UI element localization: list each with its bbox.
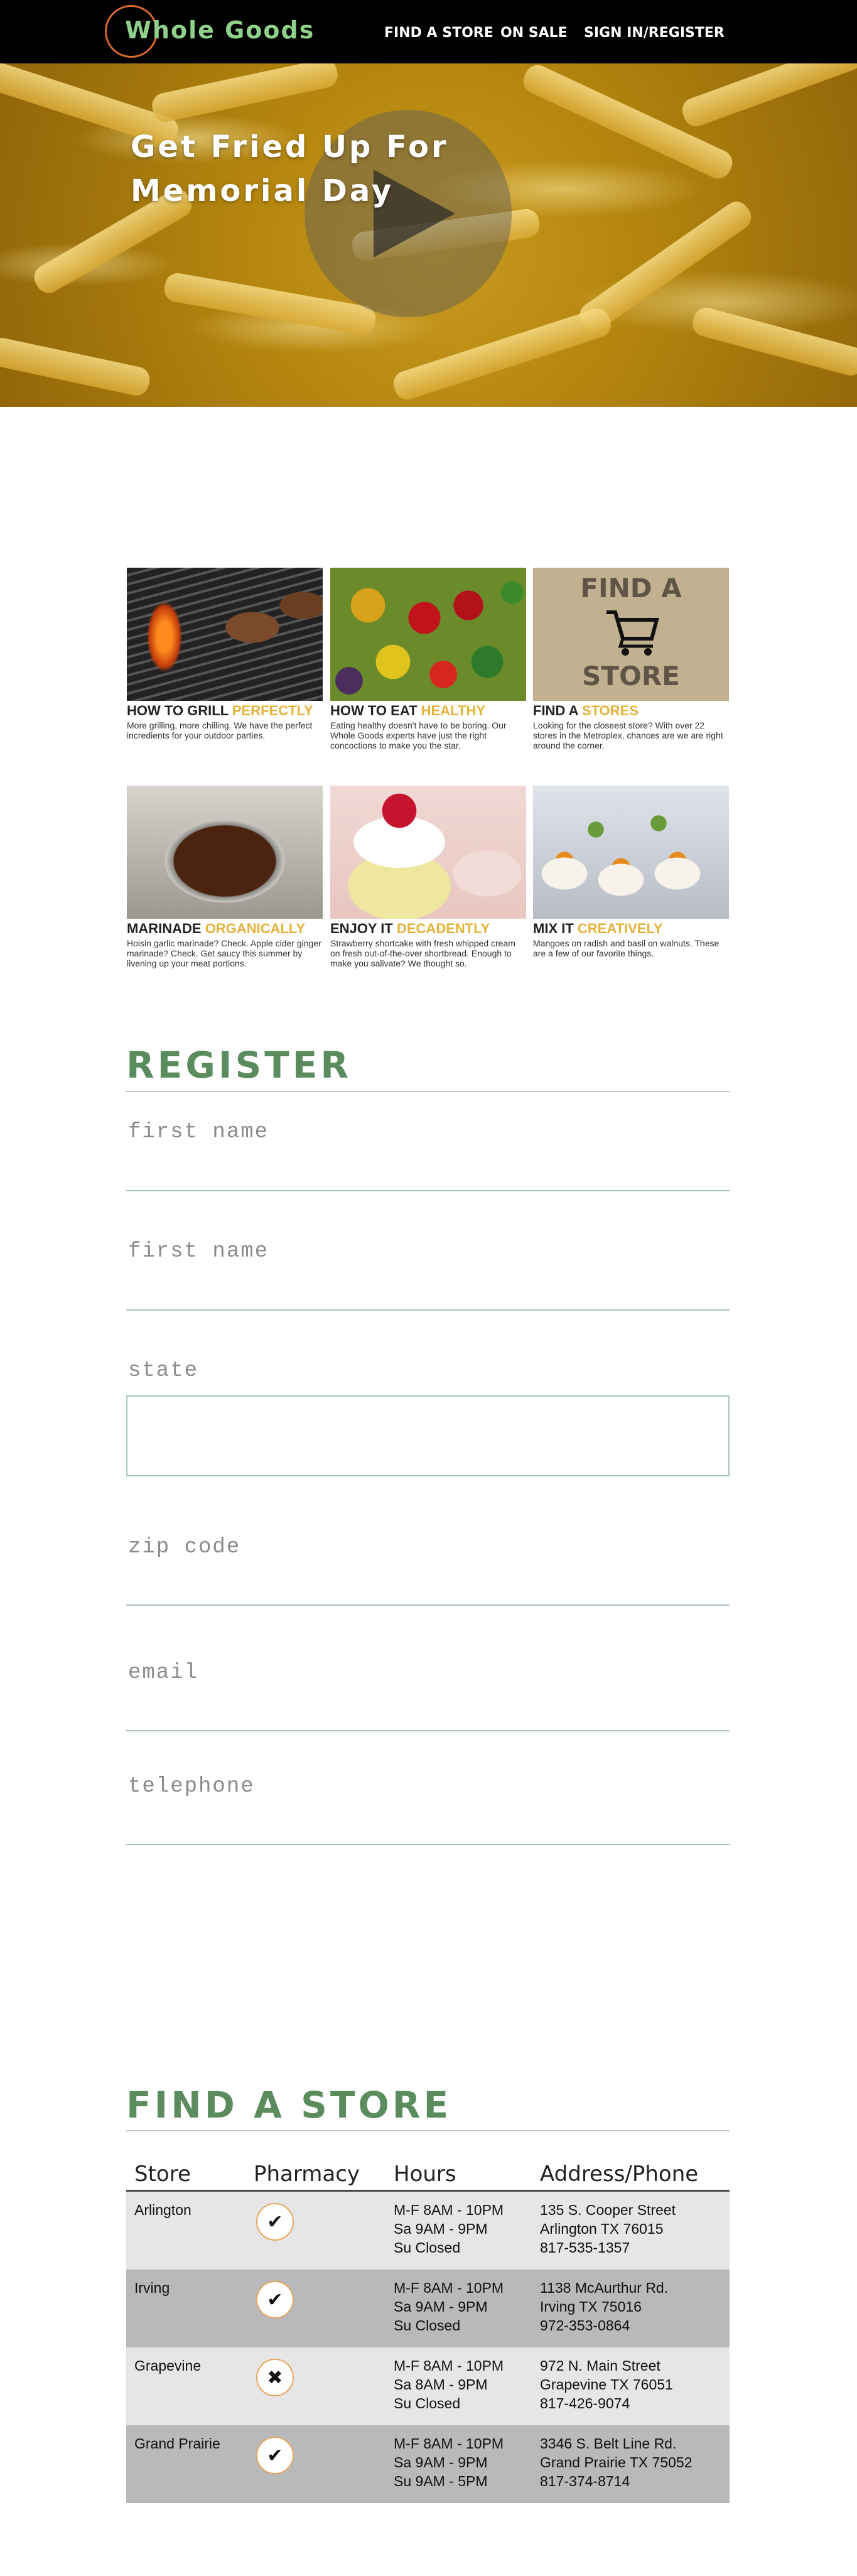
shopping-cart-icon bbox=[604, 607, 660, 658]
store-name: Arlington bbox=[134, 2202, 191, 2218]
column-header-address: Address/Phone bbox=[540, 2162, 699, 2187]
pharmacy-x-icon: ✖ bbox=[256, 2359, 294, 2396]
find-a-store-image: FIND A STORE bbox=[533, 568, 729, 701]
zip-code-label: zip code bbox=[128, 1535, 241, 1559]
zip-code-input[interactable] bbox=[126, 1605, 730, 1606]
register-title: REGISTER bbox=[126, 1044, 352, 1086]
card-marinade[interactable]: MARINADE ORGANICALLY Hoisin garlic marin… bbox=[127, 786, 323, 968]
card-decadent[interactable]: ENJOY IT DECADENTLY Strawberry shortcake… bbox=[330, 786, 526, 968]
card-title-accent: CREATIVELY bbox=[577, 921, 663, 936]
state-label: state bbox=[128, 1359, 199, 1383]
store-name: Grand Prairie bbox=[134, 2435, 220, 2452]
pharmacy-check-icon: ✔ bbox=[256, 2281, 294, 2319]
card-title-accent: PERFECTLY bbox=[232, 703, 313, 718]
store-name: Irving bbox=[134, 2280, 170, 2296]
card-title: MARINADE bbox=[127, 921, 202, 936]
table-row[interactable]: Grand Prairie ✔ M-F 8AM - 10PM Sa 9AM - … bbox=[126, 2425, 730, 2503]
card-title: MIX IT bbox=[533, 921, 574, 936]
card-description: Hoisin garlic marinade? Check. Apple cid… bbox=[127, 938, 321, 968]
store-hours: M-F 8AM - 10PM Sa 8AM - 9PM Su Closed bbox=[394, 2357, 504, 2411]
card-description: Strawberry shortcake with fresh whipped … bbox=[330, 938, 515, 968]
first-name-input[interactable] bbox=[126, 1190, 730, 1191]
card-description: Looking for the closeest store? With ove… bbox=[533, 720, 723, 750]
card-creative[interactable]: MIX IT CREATIVELY Mangoes on radish and … bbox=[533, 786, 729, 958]
find-a-store-image-text: STORE bbox=[582, 661, 680, 691]
card-description: More grilling, more chilling. We have th… bbox=[127, 720, 313, 740]
telephone-label: telephone bbox=[128, 1775, 255, 1799]
column-header-hours: Hours bbox=[394, 2162, 456, 2187]
store-hours: M-F 8AM - 10PM Sa 9AM - 9PM Su Closed bbox=[394, 2202, 504, 2256]
card-title: HOW TO EAT bbox=[330, 703, 418, 718]
strawberry-shortcake-image bbox=[330, 786, 526, 919]
store-table: Store Pharmacy Hours Address/Phone Arlin… bbox=[126, 2155, 730, 2503]
column-header-store: Store bbox=[134, 2162, 191, 2187]
card-title: ENJOY IT bbox=[330, 921, 393, 936]
card-grill[interactable]: HOW TO GRILL PERFECTLY More grilling, mo… bbox=[127, 568, 323, 740]
store-hours: M-F 8AM - 10PM Sa 9AM - 9PM Su 9AM - 5PM bbox=[394, 2435, 504, 2489]
card-healthy[interactable]: HOW TO EAT HEALTHY Eating healthy doesn'… bbox=[330, 568, 526, 750]
card-title: HOW TO GRILL bbox=[127, 703, 229, 718]
email-input[interactable] bbox=[126, 1730, 730, 1731]
table-row[interactable]: Irving ✔ M-F 8AM - 10PM Sa 9AM - 9PM Su … bbox=[126, 2270, 730, 2347]
store-name: Grapevine bbox=[134, 2357, 202, 2374]
site-logo[interactable]: Whole Goods bbox=[125, 16, 315, 44]
marinade-pan-image bbox=[127, 786, 323, 919]
first-name-input-2[interactable] bbox=[126, 1309, 730, 1311]
card-title-accent: HEALTHY bbox=[421, 703, 485, 718]
pharmacy-check-icon: ✔ bbox=[256, 2437, 294, 2474]
card-title-accent: STORES bbox=[581, 703, 639, 718]
card-title-accent: ORGANICALLY bbox=[205, 921, 305, 936]
card-title-accent: DECADENTLY bbox=[396, 921, 490, 936]
grilled-burger-image bbox=[127, 568, 323, 701]
store-address: 972 N. Main Street Grapevine TX 76051 81… bbox=[540, 2357, 673, 2411]
register-divider bbox=[126, 1091, 730, 1092]
column-header-pharmacy: Pharmacy bbox=[254, 2162, 360, 2187]
card-description: Eating healthy doesn't have to be boring… bbox=[330, 720, 507, 750]
store-address: 135 S. Cooper Street Arlington TX 76015 … bbox=[540, 2202, 676, 2256]
email-label: email bbox=[128, 1661, 199, 1685]
nav-on-sale[interactable]: ON SALE bbox=[500, 25, 568, 41]
hero-banner: Get Fried Up For Memorial Day bbox=[0, 63, 857, 407]
table-row[interactable]: Arlington ✔ M-F 8AM - 10PM Sa 9AM - 9PM … bbox=[126, 2192, 730, 2270]
store-address: 3346 S. Belt Line Rd. Grand Prairie TX 7… bbox=[540, 2435, 693, 2489]
card-find-stores[interactable]: FIND A STORE FIND A STORES Looking for t… bbox=[533, 568, 729, 750]
hero-title: Get Fried Up For Memorial Day bbox=[131, 129, 449, 208]
store-hours: M-F 8AM - 10PM Sa 9AM - 9PM Su Closed bbox=[394, 2280, 504, 2334]
appetizers-image bbox=[533, 786, 729, 919]
first-name-label: first name bbox=[128, 1120, 269, 1144]
vegetables-image bbox=[330, 568, 526, 701]
nav-sign-in-register[interactable]: SIGN IN/REGISTER bbox=[584, 25, 725, 41]
card-description: Mangoes on radish and basil on walnuts. … bbox=[533, 938, 720, 958]
find-a-store-image-text: FIND A bbox=[580, 573, 682, 603]
nav-find-a-store[interactable]: FIND A STORE bbox=[384, 25, 493, 41]
card-title: FIND A bbox=[533, 703, 578, 718]
find-a-store-title: FIND A STORE bbox=[126, 2084, 452, 2126]
pharmacy-check-icon: ✔ bbox=[256, 2203, 294, 2241]
store-table-header: Store Pharmacy Hours Address/Phone bbox=[126, 2155, 730, 2192]
first-name-label-2: first name bbox=[128, 1240, 269, 1264]
state-input[interactable] bbox=[126, 1395, 730, 1476]
telephone-input[interactable] bbox=[126, 1844, 730, 1845]
table-row[interactable]: Grapevine ✖ M-F 8AM - 10PM Sa 8AM - 9PM … bbox=[126, 2347, 730, 2425]
site-header: Whole Goods FIND A STORE ON SALE SIGN IN… bbox=[0, 0, 857, 63]
find-a-store-divider bbox=[126, 2130, 730, 2131]
store-address: 1138 McAurthur Rd. Irving TX 75016 972-3… bbox=[540, 2280, 669, 2334]
